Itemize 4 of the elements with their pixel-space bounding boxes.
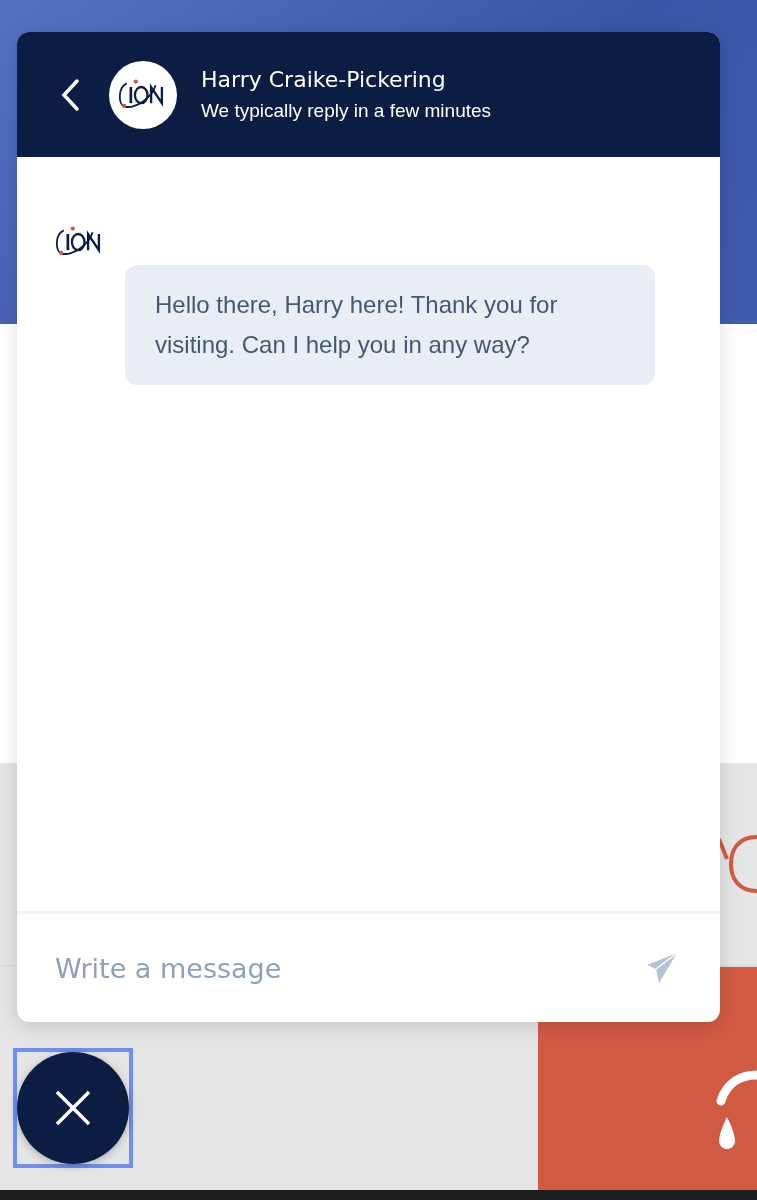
message-bubble: Hello there, Harry here! Thank you for visiting. Can I help you in any way? [125,265,655,385]
agent-name: Harry Craike-Pickering [201,67,447,92]
reply-time-note: We typically reply in a few minutes [201,100,492,122]
close-icon [55,1090,91,1126]
